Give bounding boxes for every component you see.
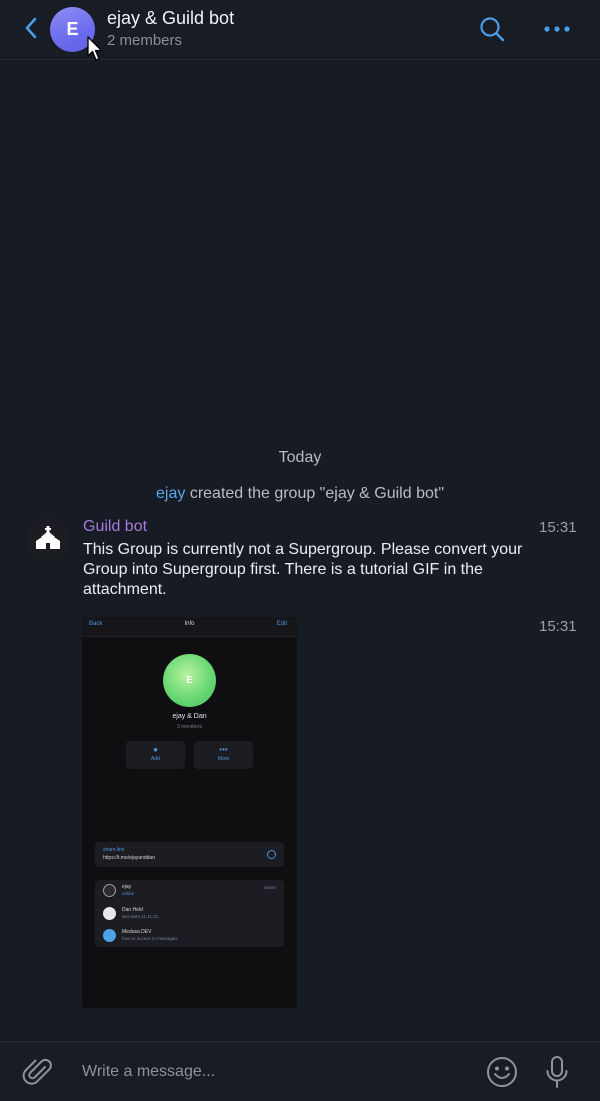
smiley-icon[interactable] bbox=[485, 1055, 519, 1089]
gif-add-label: Add bbox=[151, 756, 160, 762]
gif-member-row: Medusa DEV has no access to messages bbox=[95, 925, 284, 946]
member-count: 2 members bbox=[107, 32, 183, 49]
paperclip-icon[interactable] bbox=[22, 1055, 54, 1089]
gif-message-time: 15:31 bbox=[539, 618, 577, 635]
message-input[interactable] bbox=[82, 1060, 462, 1084]
gif-more-button: ••• More bbox=[194, 741, 253, 769]
gif-member-avatar bbox=[103, 907, 116, 920]
gif-title: Info bbox=[184, 621, 195, 627]
gif-share-link-label: share link bbox=[103, 847, 125, 853]
microphone-icon[interactable] bbox=[543, 1054, 571, 1090]
service-actor-link[interactable]: ejay bbox=[156, 485, 185, 502]
gif-member-count: 3 members bbox=[176, 724, 202, 730]
gif-member-name: Medusa DEV bbox=[122, 929, 152, 935]
gif-edit-label: Edit bbox=[276, 621, 287, 627]
gif-group-avatar: E bbox=[163, 654, 216, 707]
gif-member-name: ejay bbox=[122, 884, 132, 890]
gif-member-status: online bbox=[122, 891, 135, 896]
message-time: 15:31 bbox=[539, 519, 577, 536]
gif-member-avatar bbox=[103, 884, 116, 897]
gif-attachment[interactable]: Back Info Edit E ejay & Dan 3 members ● … bbox=[82, 617, 297, 1008]
gif-member-name: Dan Held bbox=[122, 907, 143, 913]
search-icon[interactable] bbox=[478, 15, 506, 43]
gif-navbar: Back Info Edit bbox=[82, 617, 297, 637]
sender-name[interactable]: Guild bot bbox=[83, 518, 147, 536]
mouse-pointer-icon bbox=[87, 36, 103, 61]
message-text: This Group is currently not a Supergroup… bbox=[83, 541, 523, 598]
chat-header: E ejay & Guild bot 2 members bbox=[0, 0, 600, 61]
service-message: ejay created the group "ejay & Guild bot… bbox=[0, 485, 600, 503]
gif-qr-icon bbox=[267, 850, 276, 859]
gif-share-link: https://t.me/ejayanddan bbox=[103, 855, 155, 861]
gif-share-link-card: share link https://t.me/ejayanddan bbox=[95, 842, 284, 867]
date-separator: Today bbox=[278, 449, 322, 466]
gif-group-name: ejay & Dan bbox=[172, 713, 207, 720]
service-text: created the group "ejay & Guild bot" bbox=[189, 485, 444, 502]
more-dots-icon[interactable] bbox=[540, 18, 574, 40]
gif-add-button: ● Add bbox=[126, 741, 185, 769]
gif-more-label: More bbox=[217, 756, 230, 762]
message-list[interactable]: Today ejay created the group "ejay & Gui… bbox=[0, 61, 600, 1041]
gif-member-row: ejay online owner bbox=[95, 880, 284, 901]
gif-member-row: Dan Held last seen 11.11.21 bbox=[95, 903, 284, 924]
gif-member-status: has no access to messages bbox=[122, 936, 178, 941]
chat-title[interactable]: ejay & Guild bot bbox=[107, 8, 234, 29]
gif-member-status: last seen 11.11.21 bbox=[122, 914, 159, 919]
gif-add-user-icon: ● bbox=[153, 745, 158, 754]
gif-member-avatar bbox=[103, 929, 116, 942]
gif-member-role: owner bbox=[263, 885, 276, 890]
message-composer bbox=[0, 1041, 600, 1101]
chevron-left-icon[interactable] bbox=[18, 14, 46, 42]
gif-more-icon: ••• bbox=[219, 745, 228, 754]
gif-members-card: ejay online owner Dan Held last seen 11.… bbox=[95, 880, 284, 947]
bot-avatar[interactable] bbox=[26, 517, 70, 561]
